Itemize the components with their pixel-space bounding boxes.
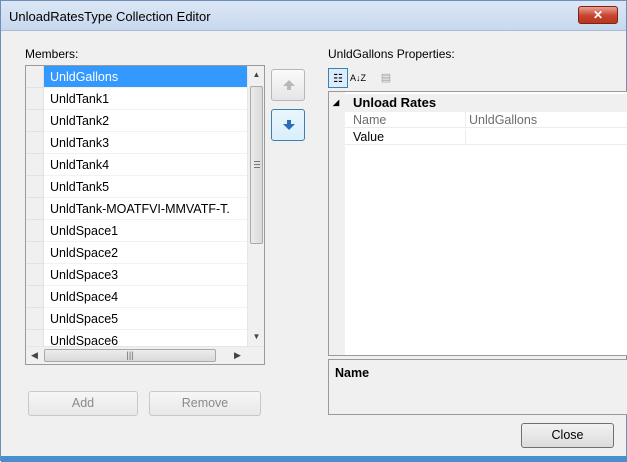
list-item-unldgallons[interactable]: UnldGallons (44, 66, 247, 88)
property-row-name[interactable]: Name UnldGallons (345, 112, 627, 128)
add-button[interactable]: Add (28, 391, 138, 416)
close-window-button[interactable]: ✕ (578, 6, 618, 24)
property-value[interactable]: UnldGallons (469, 113, 537, 127)
members-label: Members: (25, 47, 79, 61)
window-title: UnloadRatesType Collection Editor (9, 9, 211, 24)
list-item[interactable]: UnldSpace2 (44, 242, 247, 264)
list-item[interactable]: UnldTank1 (44, 88, 247, 110)
list-item[interactable]: UnldSpace1 (44, 220, 247, 242)
property-name: Value (353, 130, 385, 144)
property-description-panel: Name (328, 359, 627, 415)
list-item[interactable]: UnldTank4 (44, 154, 247, 176)
members-vertical-scrollbar[interactable]: ▲ ▼ (247, 66, 264, 346)
members-list: UnldGallons UnldTank1 UnldTank2 UnldTank… (44, 66, 247, 346)
properties-label: UnldGallons Properties: (328, 47, 455, 61)
property-name: Name (353, 113, 387, 127)
list-item[interactable]: UnldTank2 (44, 110, 247, 132)
category-title: Unload Rates (353, 95, 437, 110)
description-title: Name (335, 366, 370, 380)
scroll-right-icon[interactable]: ▶ (229, 347, 246, 364)
list-item[interactable]: UnldSpace4 (44, 286, 247, 308)
categorized-icon[interactable]: ☷ (328, 68, 348, 88)
category-row[interactable]: ◢ Unload Rates (329, 94, 627, 112)
list-item[interactable]: UnldTank-MOATFVI-MMVATF-T. (44, 198, 247, 220)
list-item[interactable]: UnldSpace5 (44, 308, 247, 330)
list-item[interactable]: UnldSpace6 (44, 330, 247, 346)
list-item[interactable]: UnldTank5 (44, 176, 247, 198)
title-bar[interactable]: UnloadRatesType Collection Editor ✕ (1, 1, 626, 31)
members-horizontal-scrollbar[interactable]: ◀ ||| ▶ (26, 346, 264, 364)
alphabetical-sort-icon[interactable]: A↓Z (348, 68, 368, 88)
property-pages-icon[interactable]: ▤ (376, 68, 396, 88)
list-item[interactable]: UnldSpace3 (44, 264, 247, 286)
move-down-icon (283, 120, 295, 130)
horizontal-scroll-thumb[interactable]: ||| (44, 349, 216, 362)
collection-editor-window: UnloadRatesType Collection Editor ✕ Memb… (0, 0, 627, 462)
scroll-left-icon[interactable]: ◀ (26, 347, 43, 364)
members-listbox[interactable]: UnldGallons UnldTank1 UnldTank2 UnldTank… (25, 65, 265, 365)
move-up-icon (283, 80, 295, 90)
remove-button[interactable]: Remove (149, 391, 261, 416)
property-row-value[interactable]: Value (345, 129, 627, 145)
scroll-up-icon[interactable]: ▲ (248, 66, 265, 83)
window-bottom-border (1, 456, 627, 462)
vertical-scroll-thumb[interactable] (250, 86, 263, 244)
scroll-down-icon[interactable]: ▼ (248, 328, 265, 345)
close-button[interactable]: Close (521, 423, 614, 448)
property-grid: ◢ Unload Rates Name UnldGallons Value (328, 91, 627, 356)
row-header-gutter (26, 66, 44, 352)
move-up-button[interactable] (271, 69, 305, 101)
list-item[interactable]: UnldTank3 (44, 132, 247, 154)
move-down-button[interactable] (271, 109, 305, 141)
collapse-triangle-icon[interactable]: ◢ (333, 94, 339, 112)
